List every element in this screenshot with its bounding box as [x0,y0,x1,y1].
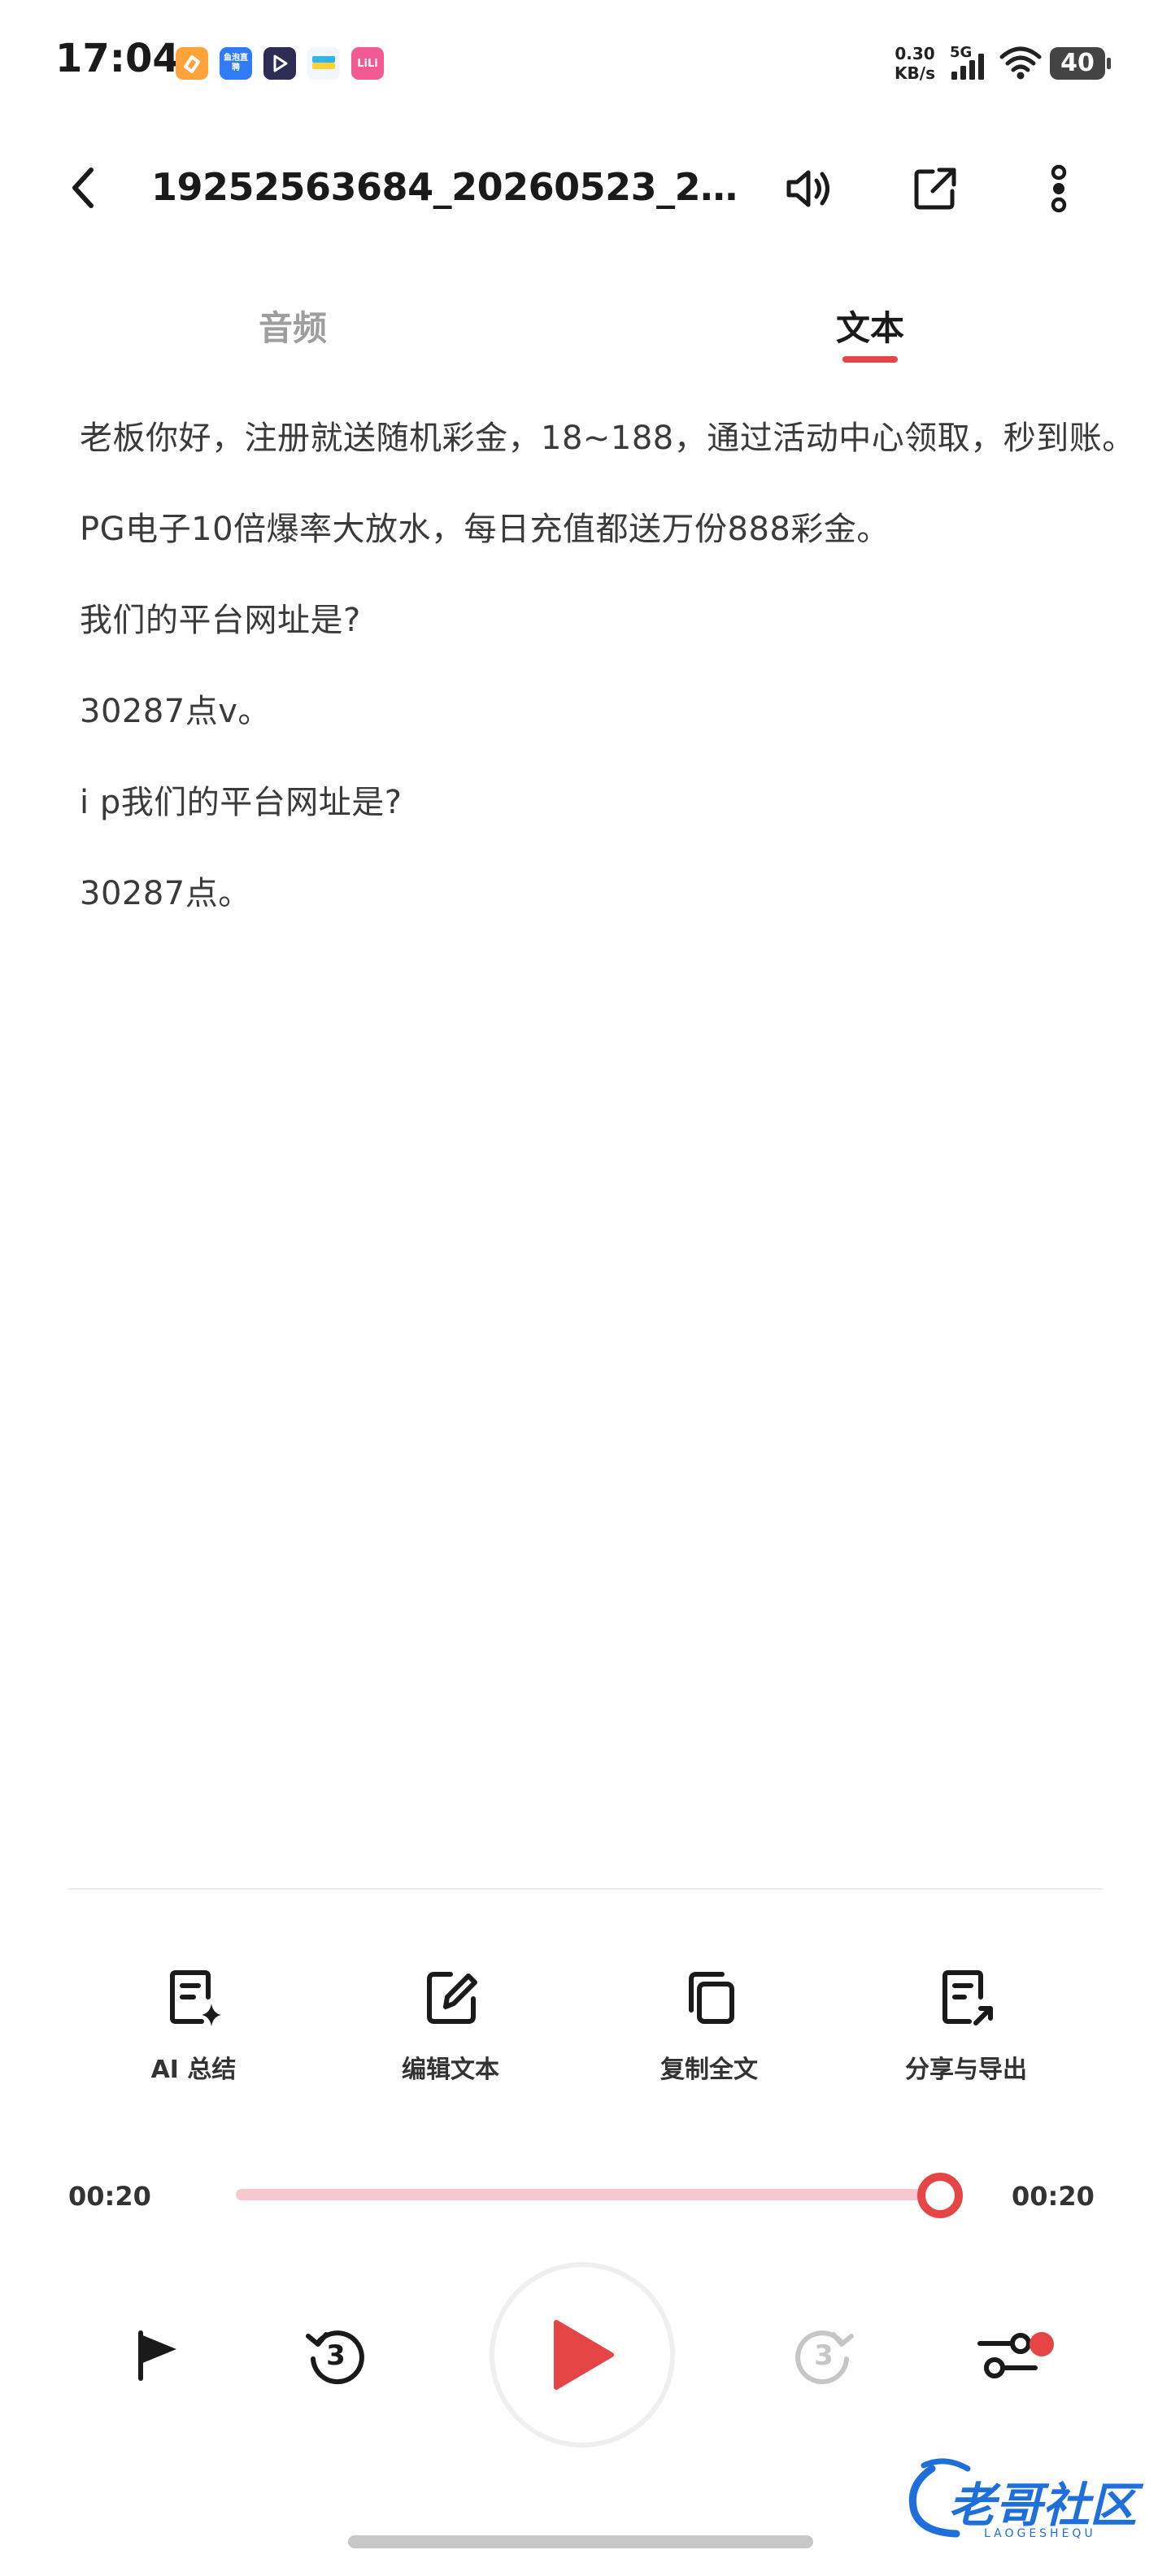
divider [68,1888,1103,1890]
video-player-app-icon [263,47,296,80]
transcript-text: 老板你好，注册就送随机彩金，18~188，通过活动中心领取，秒到账。 PG电子1… [80,407,1135,953]
transcript-line: PG电子10倍爆率大放水，每日充值都送万份888彩金。 [80,511,890,548]
progress-fill [236,2189,940,2200]
more-vertical-icon [1051,164,1067,213]
forward-seconds: 3 [814,2339,834,2372]
rewind-3-button[interactable]: 3 [301,2321,371,2391]
rewind-seconds: 3 [326,2339,346,2372]
copy-all-button[interactable]: 复制全文 [612,1965,807,2103]
watermark-title: 老哥社区 [948,2478,1138,2533]
notification-dot [1030,2332,1054,2356]
page-title: 19252563684_20260523_221218 [151,165,753,209]
edit-text-icon [427,1972,477,2024]
battery-level: 40 [1060,49,1095,77]
settings-sliders-icon [977,2333,1038,2378]
transcript-line: 30287点。 [80,875,251,912]
progress-thumb[interactable] [917,2173,963,2218]
flag-icon [138,2330,176,2381]
network-speed: 0.30 KB/s [882,44,948,83]
pink-app-icon: LiLi [351,47,384,80]
ai-summary-label: AI 总结 [150,2056,237,2084]
copy-all-icon [689,1972,734,2024]
play-icon [554,2320,614,2390]
edit-text-label: 编辑文本 [402,2056,499,2084]
yuqiao-app-label: 鱼泡直聘 [224,54,248,72]
home-indicator[interactable] [348,2535,813,2548]
share-export-label: 分享与导出 [905,2056,1027,2084]
flag-button[interactable] [124,2322,189,2387]
share-external-icon [914,168,956,210]
speaker-button[interactable] [777,156,842,221]
transcript-line: i p我们的平台网址是? [80,784,403,821]
transcript-line: 我们的平台网址是? [80,602,361,639]
speaker-icon [786,170,829,207]
share-export-icon [942,1970,993,2026]
share-export-button[interactable]: 分享与导出 [868,1965,1064,2103]
pink-app-label: LiLi [357,57,378,70]
orange-app-icon [176,47,208,80]
wallet-app-icon [307,47,340,80]
wifi-icon [999,46,1042,80]
transcript-line: 老板你好，注册就送随机彩金，18~188，通过活动中心领取，秒到账。 [80,420,1135,457]
network-speed-value: 0.30 [895,44,935,63]
copy-all-label: 复制全文 [660,2056,758,2084]
open-external-button[interactable] [903,156,968,221]
play-button[interactable] [490,2262,675,2448]
watermark-subtitle: LAOGESHEQU [984,2527,1096,2540]
cell-signal-icon [951,54,984,80]
transcript-line: 30287点v。 [80,693,271,730]
yuqiao-zhipin-app-icon: 鱼泡直聘 [220,47,252,80]
playback-settings-button[interactable] [973,2321,1043,2391]
tab-audio[interactable]: 音频 [228,301,358,350]
progress-bar[interactable] [236,2189,940,2200]
back-button[interactable] [60,159,106,216]
chevron-left-icon [72,168,94,208]
ai-summary-icon [170,1970,221,2026]
active-tab-indicator [842,356,898,363]
battery-icon: 40 [1049,46,1112,81]
more-options-button[interactable] [1026,156,1091,221]
tab-text[interactable]: 文本 [805,301,935,350]
total-time: 00:20 [1012,2181,1095,2212]
forward-3-button[interactable]: 3 [789,2321,859,2391]
watermark-logo: 老哥社区 LAOGESHEQU [899,2452,1160,2550]
current-time: 00:20 [68,2181,151,2212]
ai-summary-button[interactable]: AI 总结 [96,1965,291,2103]
edit-text-button[interactable]: 编辑文本 [353,1965,548,2103]
network-speed-unit: KB/s [895,63,935,83]
status-bar: 17:04 鱼泡直聘 LiLi 0.30 KB/s 5G 40 [0,0,1171,130]
status-time: 17:04 [55,36,180,81]
